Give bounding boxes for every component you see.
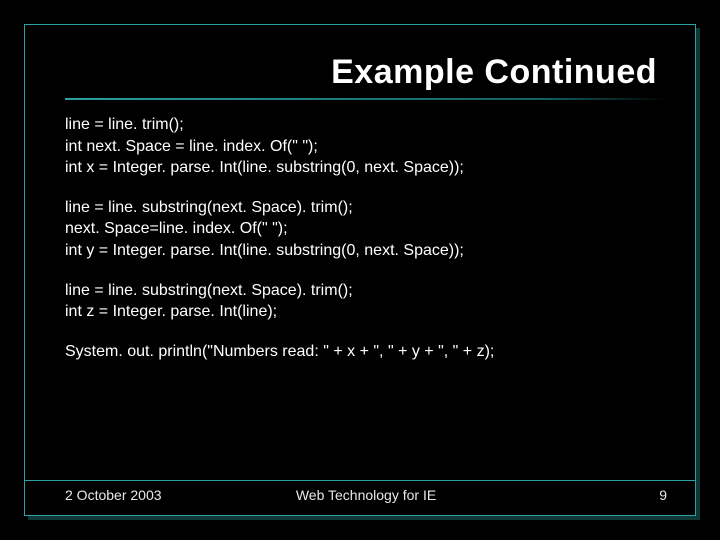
footer-page-number: 9 bbox=[659, 487, 667, 503]
code-block-3: line = line. substring(next. Space). tri… bbox=[65, 280, 667, 323]
slide: Example Continued line = line. trim(); i… bbox=[24, 24, 696, 516]
footer-course: Web Technology for IE bbox=[65, 487, 667, 503]
code-block-4: System. out. println("Numbers read: " + … bbox=[65, 341, 667, 363]
title-rule bbox=[65, 98, 667, 100]
page-title: Example Continued bbox=[65, 53, 667, 92]
footer: 2 October 2003 Web Technology for IE 9 bbox=[65, 481, 667, 503]
code-block-1: line = line. trim(); int next. Space = l… bbox=[65, 114, 667, 179]
code-block-2: line = line. substring(next. Space). tri… bbox=[65, 197, 667, 262]
slide-content: line = line. trim(); int next. Space = l… bbox=[65, 114, 667, 480]
